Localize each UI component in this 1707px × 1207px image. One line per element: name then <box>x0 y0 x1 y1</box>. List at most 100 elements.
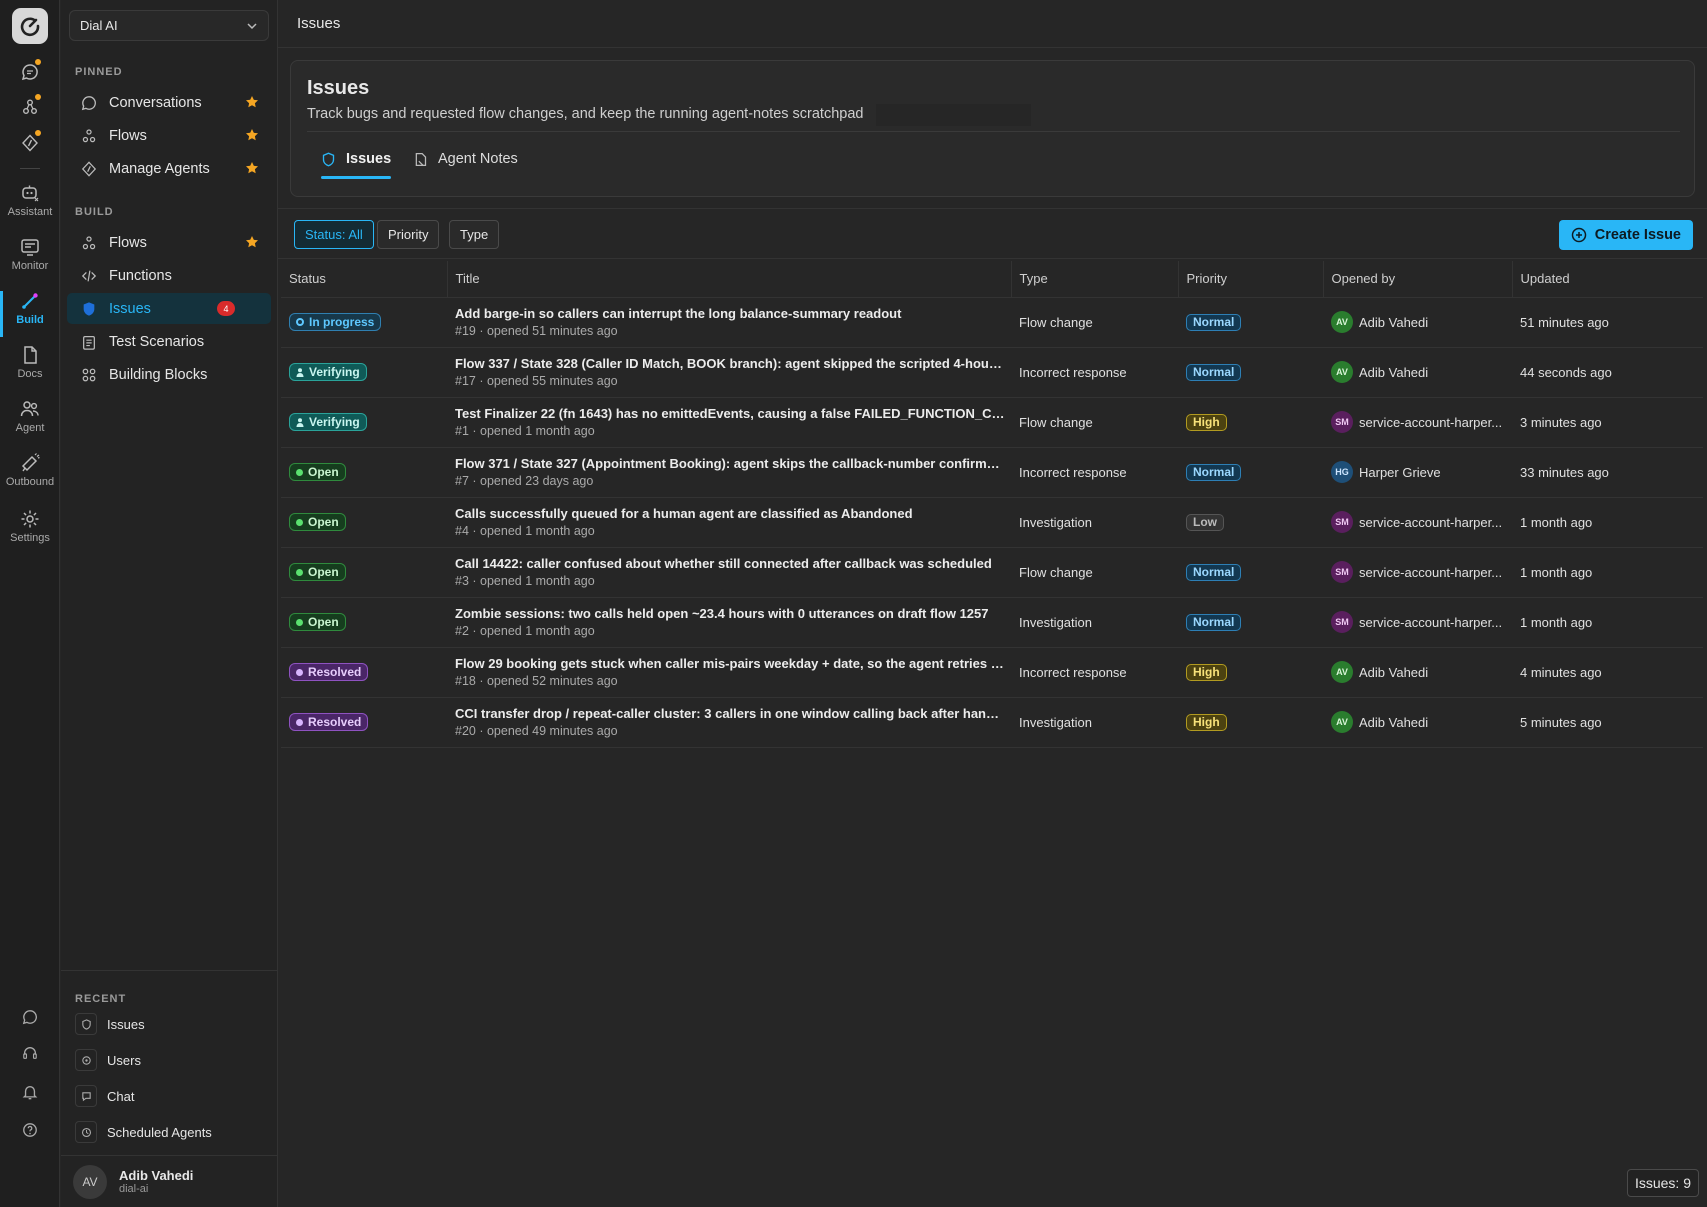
table-row[interactable]: Verifying Test Finalizer 22 (fn 1643) ha… <box>281 397 1703 448</box>
sidebar-item-conversations[interactable]: Conversations <box>67 87 271 118</box>
sidebar-item-manage-agents[interactable]: Manage Agents <box>67 153 271 184</box>
star-icon[interactable] <box>245 235 259 249</box>
workspace-name: Dial AI <box>80 18 118 33</box>
recent-item-chat[interactable]: Chat <box>75 1083 265 1109</box>
issue-title[interactable]: Calls successfully queued for a human ag… <box>455 506 1005 521</box>
help-icon[interactable] <box>0 1113 60 1147</box>
column-header-title[interactable]: Title <box>447 261 1012 298</box>
column-header-priority[interactable]: Priority <box>1178 261 1324 298</box>
rail-outbound[interactable]: Outbound <box>0 453 60 488</box>
flows-icon <box>82 235 96 249</box>
issue-title[interactable]: Add barge-in so callers can interrupt th… <box>455 306 1005 321</box>
chevron-down-icon <box>247 22 257 29</box>
table-row[interactable]: Open Calls successfully queued for a hum… <box>281 497 1703 548</box>
title-cell[interactable]: Flow 371 / State 327 (Appointment Bookin… <box>447 447 1011 498</box>
sidebar-item-issues[interactable]: Issues 4 <box>67 293 271 324</box>
user-profile[interactable]: AV Adib Vahedi dial-ai <box>61 1155 278 1207</box>
sidebar-item-label: Issues <box>109 300 151 317</box>
updated-cell: 33 minutes ago <box>1512 447 1703 498</box>
issue-meta: #20 · opened 49 minutes ago <box>455 724 618 738</box>
issue-title[interactable]: CCI transfer drop / repeat-caller cluste… <box>455 706 1005 721</box>
agents-icon[interactable] <box>0 126 60 160</box>
column-header-status[interactable]: Status <box>281 261 448 298</box>
sidebar-item-flows-pinned[interactable]: Flows <box>67 120 271 151</box>
column-header-type[interactable]: Type <box>1011 261 1179 298</box>
priority-filter-button[interactable]: Priority <box>377 220 440 249</box>
issue-meta: #7 · opened 23 days ago <box>455 474 594 488</box>
bell-icon[interactable] <box>0 1075 60 1109</box>
description-redaction <box>876 104 1031 126</box>
opened-by-cell: AV Adib Vahedi <box>1323 647 1512 698</box>
table-row[interactable]: Open Flow 371 / State 327 (Appointment B… <box>281 447 1703 498</box>
table-row[interactable]: Resolved Flow 29 booking gets stuck when… <box>281 647 1703 698</box>
sidebar-item-building-blocks[interactable]: Building Blocks <box>67 359 271 390</box>
status-label: Resolved <box>308 715 362 729</box>
recent-item-issues[interactable]: Issues <box>75 1011 265 1037</box>
rail-assistant[interactable]: Assistant <box>0 183 60 218</box>
sidebar-item-test-scenarios[interactable]: Test Scenarios <box>67 326 271 357</box>
recent-item-users[interactable]: Users <box>75 1047 265 1073</box>
issue-title[interactable]: Test Finalizer 22 (fn 1643) has no emitt… <box>455 406 1005 421</box>
tab-agent-notes[interactable]: Agent Notes <box>413 143 518 175</box>
priority-cell: High <box>1178 647 1323 698</box>
updated-cell: 3 minutes ago <box>1512 397 1703 448</box>
issue-title[interactable]: Call 14422: caller confused about whethe… <box>455 556 1005 571</box>
chat-icon <box>81 1091 91 1101</box>
table-row[interactable]: Verifying Flow 337 / State 328 (Caller I… <box>281 347 1703 398</box>
type-cell: Investigation <box>1011 497 1178 548</box>
title-cell[interactable]: Call 14422: caller confused about whethe… <box>447 547 1011 598</box>
issue-title[interactable]: Zombie sessions: two calls held open ~23… <box>455 606 1005 621</box>
status-cell: Open <box>281 497 447 548</box>
status-filter-button[interactable]: Status: All <box>294 220 374 249</box>
title-cell[interactable]: Calls successfully queued for a human ag… <box>447 497 1011 548</box>
page-header: Issues <box>278 0 1707 48</box>
issue-meta: #19 · opened 51 minutes ago <box>455 324 618 338</box>
type-filter-button[interactable]: Type <box>449 220 500 249</box>
create-issue-button[interactable]: Create Issue <box>1558 220 1693 250</box>
app-logo-icon[interactable] <box>12 8 48 44</box>
issue-title[interactable]: Flow 29 booking gets stuck when caller m… <box>455 656 1005 671</box>
chat-icon[interactable] <box>0 1000 60 1034</box>
workspace-selector[interactable]: Dial AI <box>69 10 269 41</box>
title-cell[interactable]: CCI transfer drop / repeat-caller cluste… <box>447 697 1011 748</box>
star-icon[interactable] <box>245 128 259 142</box>
sidebar-item-flows[interactable]: Flows <box>67 227 271 258</box>
column-header-updated[interactable]: Updated <box>1512 261 1703 298</box>
table-row[interactable]: Open Zombie sessions: two calls held ope… <box>281 597 1703 648</box>
page-title: Issues <box>297 15 341 32</box>
chat-icon[interactable] <box>0 55 60 89</box>
rail-docs[interactable]: Docs <box>0 345 60 380</box>
updated-cell: 1 month ago <box>1512 597 1703 648</box>
star-icon[interactable] <box>245 161 259 175</box>
table-row[interactable]: Open Call 14422: caller confused about w… <box>281 547 1703 598</box>
status-dot-icon <box>296 618 303 626</box>
rail-build[interactable]: Build <box>0 291 60 337</box>
title-cell[interactable]: Flow 337 / State 328 (Caller ID Match, B… <box>447 347 1011 398</box>
status-badge: Resolved <box>289 713 369 731</box>
agent-icon <box>20 401 39 417</box>
rail-settings[interactable]: Settings <box>0 509 60 544</box>
title-cell[interactable]: Flow 29 booking gets stuck when caller m… <box>447 647 1011 698</box>
opened-by-cell: AV Adib Vahedi <box>1323 297 1512 348</box>
tab-issues[interactable]: Issues <box>321 143 392 179</box>
rail-monitor[interactable]: Monitor <box>0 237 60 272</box>
recent-item-scheduled-agents[interactable]: Scheduled Agents <box>75 1119 265 1145</box>
flows-icon[interactable] <box>0 90 60 124</box>
issue-meta: #4 · opened 1 month ago <box>455 524 595 538</box>
table-row[interactable]: Resolved CCI transfer drop / repeat-call… <box>281 697 1703 748</box>
column-header-opened-by[interactable]: Opened by <box>1323 261 1513 298</box>
sidebar-item-functions[interactable]: Functions <box>67 260 271 291</box>
opener-name: Adib Vahedi <box>1359 664 1429 680</box>
issue-title[interactable]: Flow 371 / State 327 (Appointment Bookin… <box>455 456 1005 471</box>
status-label: Open <box>308 465 339 479</box>
star-icon[interactable] <box>245 95 259 109</box>
rail-label: Docs <box>17 368 43 380</box>
tab-label: Agent Notes <box>438 151 518 167</box>
title-cell[interactable]: Zombie sessions: two calls held open ~23… <box>447 597 1011 648</box>
rail-agent[interactable]: Agent <box>0 399 60 434</box>
title-cell[interactable]: Test Finalizer 22 (fn 1643) has no emitt… <box>447 397 1011 448</box>
title-cell[interactable]: Add barge-in so callers can interrupt th… <box>447 297 1011 348</box>
issue-title[interactable]: Flow 337 / State 328 (Caller ID Match, B… <box>455 356 1005 371</box>
headset-icon[interactable] <box>0 1036 60 1070</box>
table-row[interactable]: In progress Add barge-in so callers can … <box>281 297 1703 348</box>
